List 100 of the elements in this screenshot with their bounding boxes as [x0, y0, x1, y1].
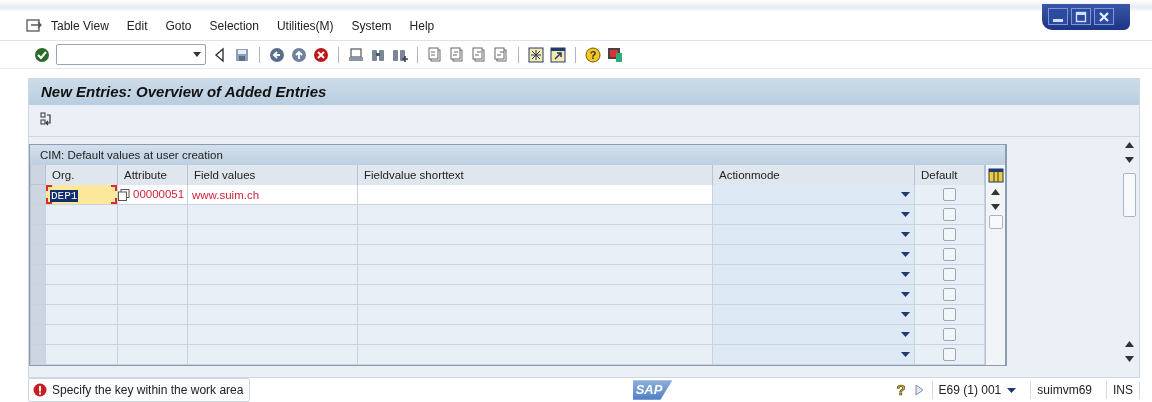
checkbox[interactable]	[943, 208, 956, 221]
field-values-input-field[interactable]	[188, 245, 358, 265]
shorttext-input-field[interactable]	[358, 285, 713, 305]
triangle-right-icon[interactable]	[914, 384, 924, 396]
save-icon[interactable]	[234, 46, 250, 63]
shorttext-input-field[interactable]	[358, 245, 713, 265]
column-header[interactable]: Attribute	[118, 165, 188, 185]
checkbox[interactable]	[943, 248, 956, 261]
checkbox[interactable]	[943, 328, 956, 341]
org-input-field[interactable]	[46, 325, 118, 345]
maximize-button[interactable]	[1071, 8, 1091, 25]
org-input-field[interactable]	[46, 245, 118, 265]
org-input-field[interactable]	[46, 285, 118, 305]
dropdown-field[interactable]	[713, 225, 915, 245]
scroll-up-icon[interactable]	[1125, 142, 1134, 148]
field-values-input-field[interactable]	[188, 225, 358, 245]
shorttext-input-field[interactable]	[358, 345, 713, 365]
checkbox[interactable]	[943, 228, 956, 241]
row-selector[interactable]	[30, 325, 46, 345]
checkbox[interactable]	[943, 188, 956, 201]
org-input-field[interactable]	[46, 265, 118, 285]
attribute-input-field[interactable]	[118, 245, 188, 265]
menu-icon[interactable]	[26, 19, 42, 33]
minimize-button[interactable]	[1048, 8, 1068, 25]
dropdown-field[interactable]	[713, 285, 915, 305]
org-input-field[interactable]	[46, 345, 118, 365]
dropdown-field[interactable]	[713, 325, 915, 345]
row-selector[interactable]	[30, 265, 46, 285]
attribute-input-field[interactable]	[118, 285, 188, 305]
dropdown-field[interactable]	[713, 345, 915, 365]
shorttext-input-field[interactable]	[358, 225, 713, 245]
scroll-down-icon[interactable]	[1125, 157, 1134, 163]
row-selector[interactable]	[30, 185, 46, 205]
shorttext-input-field[interactable]	[358, 305, 713, 325]
field-values-input-field[interactable]	[188, 205, 358, 225]
scroll-up-icon[interactable]	[991, 189, 1000, 195]
menu-item[interactable]: Utilities(M)	[267, 17, 343, 35]
print-icon[interactable]	[348, 46, 364, 63]
attribute-input-field[interactable]	[118, 305, 188, 325]
org-input-field[interactable]	[46, 305, 118, 325]
dropdown-field[interactable]	[713, 305, 915, 325]
scroll-thumb[interactable]	[1123, 173, 1136, 217]
column-header[interactable]: Actionmode	[713, 165, 915, 185]
org-input-field[interactable]	[46, 225, 118, 245]
org-input-field[interactable]: DEP1	[46, 185, 118, 205]
checkbox[interactable]	[943, 348, 956, 361]
column-header[interactable]: Fieldvalue shorttext	[358, 165, 713, 185]
scroll-down-icon[interactable]	[1125, 356, 1134, 362]
shorttext-input-field[interactable]	[358, 205, 713, 225]
cancel-icon[interactable]	[313, 46, 329, 63]
first-page-icon[interactable]	[427, 46, 443, 63]
field-values-input-field[interactable]: www.suim.ch	[188, 185, 358, 205]
back-icon[interactable]	[269, 46, 285, 63]
new-session-icon[interactable]	[528, 46, 544, 63]
attribute-input-field[interactable]	[118, 225, 188, 245]
field-values-input-field[interactable]	[188, 345, 358, 365]
row-selector[interactable]	[30, 225, 46, 245]
attribute-input-field[interactable]	[118, 345, 188, 365]
shorttext-input-field[interactable]	[358, 265, 713, 285]
dropdown-field[interactable]	[713, 205, 915, 225]
close-button[interactable]	[1094, 8, 1114, 25]
dropdown-field[interactable]	[713, 265, 915, 285]
dropdown-field[interactable]	[713, 185, 915, 205]
attribute-input-field[interactable]	[118, 205, 188, 225]
copy-icon[interactable]	[118, 188, 130, 201]
command-field[interactable]	[56, 44, 206, 65]
scroll-up-icon[interactable]	[1125, 341, 1134, 347]
field-values-input-field[interactable]	[188, 285, 358, 305]
caret-icon[interactable]	[1007, 387, 1017, 393]
row-selector[interactable]	[30, 285, 46, 305]
checkbox[interactable]	[943, 288, 956, 301]
row-selector[interactable]	[30, 245, 46, 265]
menu-item[interactable]: Help	[400, 17, 444, 35]
scroll-down-icon[interactable]	[991, 204, 1000, 210]
previous-page-icon[interactable]	[449, 46, 465, 63]
menu-item[interactable]: Selection	[200, 17, 268, 35]
dropdown-field[interactable]	[713, 245, 915, 265]
menu-item[interactable]: System	[342, 17, 401, 35]
checkbox[interactable]	[943, 268, 956, 281]
field-values-input-field[interactable]	[188, 305, 358, 325]
menu-item[interactable]: Table View	[42, 17, 118, 35]
column-header[interactable]: Default	[915, 165, 985, 185]
field-values-input-field[interactable]	[188, 265, 358, 285]
scroll-thumb[interactable]	[988, 215, 1003, 229]
exit-icon[interactable]	[291, 46, 307, 63]
shorttext-input-field[interactable]	[358, 325, 713, 345]
help-icon[interactable]: ?	[585, 46, 601, 63]
org-input-field[interactable]	[46, 205, 118, 225]
checkbox[interactable]	[943, 308, 956, 321]
row-selector[interactable]	[30, 305, 46, 325]
field-values-input-field[interactable]	[188, 325, 358, 345]
next-page-icon[interactable]	[471, 46, 487, 63]
shorttext-input-field[interactable]	[358, 185, 713, 205]
column-header[interactable]: Field values	[188, 165, 358, 185]
select-all-button[interactable]	[30, 165, 46, 185]
attribute-input-field[interactable]	[118, 325, 188, 345]
menu-item[interactable]: Edit	[117, 17, 157, 35]
column-settings-icon[interactable]	[987, 167, 1004, 183]
last-page-icon[interactable]	[493, 46, 509, 63]
row-selector[interactable]	[30, 345, 46, 365]
